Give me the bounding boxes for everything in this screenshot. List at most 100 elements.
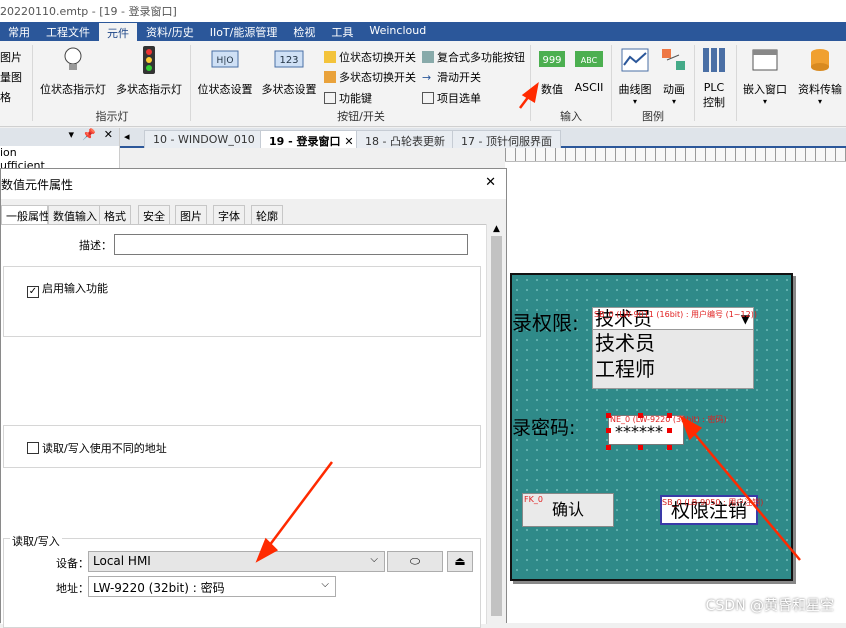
plc-icon [703,48,725,72]
chevron-up-icon[interactable]: ▲ [487,224,506,234]
menu-iiot[interactable]: IIoT/能源管理 [202,22,286,41]
tab-numeric-input[interactable]: 数值输入 [48,205,102,224]
ribbon-left-item[interactable]: 量图 [0,69,22,85]
embed-window-button[interactable]: 嵌入窗口 ▾ [740,45,790,106]
panel-line: ion [0,146,17,159]
tab-ejector-servo[interactable]: 17 - 顶针伺服界面 [452,130,561,148]
menu-tools[interactable]: 工具 [323,22,361,41]
multi-set-button[interactable]: 123 多状态设置 [260,45,318,97]
device-settings-button[interactable]: ⬭ [387,551,443,572]
description-input[interactable] [114,234,468,255]
window-icon [752,49,778,71]
tab-general[interactable]: 一般属性 [1,205,50,224]
item-select-button[interactable]: 项目选单 [422,90,481,106]
ruler [505,148,846,162]
traffic-light-icon [143,46,155,74]
window-title: 20220110.emtp - [19 - 登录窗口] [0,0,846,22]
device-edit-button[interactable]: ⏏ [447,551,473,572]
close-icon[interactable]: ✕ [485,175,496,190]
list-icon [422,92,434,104]
menu-weincloud[interactable]: Weincloud [361,22,434,41]
tab-format[interactable]: 格式 [99,205,131,224]
tab-window-10[interactable]: 10 - WINDOW_010 [144,130,264,148]
tab-security[interactable]: 安全 [138,205,170,224]
tab-outline[interactable]: 轮廓 [251,205,283,224]
arrow-right-icon: → [422,71,432,84]
data-transfer-button[interactable]: 资料传输 ▾ [794,45,846,106]
dialog-titlebar: 数值元件属性 ✕ [1,169,506,199]
group-label: 输入 [560,110,582,123]
slider-switch-button[interactable]: → 滑动开关 [422,69,481,85]
permission-label: 录权限: [512,311,579,335]
tab-font[interactable]: 字体 [213,205,245,224]
multi-lamp-button[interactable]: 多状态指示灯 [114,45,184,97]
animation-button[interactable]: 动画 ▾ [658,45,690,106]
plc-control-button[interactable]: PLC 控制 [698,45,730,110]
ribbon: 图片 量图 格 位状态指示灯 多状态指示灯 指示灯 H|O 位状态设置 123 … [0,41,846,127]
tag-icon: ⬭ [409,554,421,568]
function-key-button[interactable]: 功能键 [324,90,372,106]
close-icon[interactable]: ✕ [344,135,353,148]
left-panel: ▾ 📌 ✕ ion ufficient [0,128,120,172]
bit-set-icon: H|O [211,50,239,68]
bit-lamp-button[interactable]: 位状态指示灯 [40,45,106,97]
menu-project[interactable]: 工程文件 [38,22,98,41]
hmi-screen[interactable]: 录权限: 技术员 ▼ 技术员 工程师 SB_0 (LW-9011 (16bit) … [510,273,793,581]
check-icon: ✓ [27,286,39,298]
combo-button[interactable]: 复合式多功能按钮 [422,49,525,65]
ribbon-left-item[interactable]: 格 [0,89,11,105]
input-group-box: ✓ 启用输入功能 [3,266,481,337]
trend-button[interactable]: 曲线图 ▾ [616,45,654,106]
ascii-button[interactable]: ABC ASCII [572,45,606,94]
pin-icon[interactable]: ▾ [69,128,75,146]
number-set-icon: 123 [274,50,304,68]
ascii-icon: ABC [575,51,603,67]
pin-icon[interactable]: 📌 [82,128,96,146]
rw-group-box: 读取/写入 设备： Local HMI ⌵ ⬭ ⏏ 地址： LW-9220 (32… [3,533,481,628]
group-label: 按钮/开关 [337,110,385,123]
permission-option[interactable]: 工程师 [593,356,753,382]
password-label: 录密码: [512,417,576,439]
watermark: CSDN @黄昏和星空 [705,598,834,614]
svg-text:ABC: ABC [581,56,598,65]
edit-icon: ⏏ [454,554,466,568]
diff-address-checkbox[interactable]: 读取/写入使用不同的地址 [27,440,167,456]
switch-icon [324,51,336,63]
address-label: 地址： [56,582,89,595]
tab-picture[interactable]: 图片 [175,205,207,224]
menu-data-history[interactable]: 资料/历史 [138,22,202,41]
group-label: 图例 [642,110,664,123]
svg-text:123: 123 [279,55,298,66]
tab-login-window[interactable]: 19 - 登录窗口 ✕ [260,130,363,148]
chevron-down-icon: ⌵ [321,579,329,590]
object-tag: SB_0 (LB-9050 : 用户注销) [662,498,764,507]
dialog-title: 数值元件属性 [1,178,74,192]
device-select[interactable]: Local HMI ⌵ [88,551,385,572]
scrollbar[interactable]: ▲ [486,224,506,624]
chevron-left-icon[interactable]: ◂ [124,130,130,143]
enable-input-checkbox[interactable]: ✓ 启用输入功能 [27,280,108,298]
scrollbar-thumb[interactable] [491,236,502,616]
close-icon[interactable]: ✕ [104,128,113,146]
chevron-down-icon: ⌵ [370,554,378,565]
tab-cam-update[interactable]: 18 - 凸轮表更新 [356,130,454,148]
multi-switch-button[interactable]: 多状态切换开关 [324,69,416,85]
database-icon [811,49,829,71]
bit-switch-button[interactable]: 位状态切换开关 [324,49,416,65]
device-label: 设备： [56,557,89,570]
document-tabs: ◂ 10 - WINDOW_010 19 - 登录窗口 ✕ 18 - 凸轮表更新… [120,128,846,148]
line-chart-icon [621,48,649,72]
group-label: 指示灯 [95,110,129,123]
menu-objects[interactable]: 元件 [98,22,138,41]
animation-icon [662,49,685,70]
numeric-button[interactable]: 999 数值 [536,45,568,97]
menu-home[interactable]: 常用 [0,22,38,41]
chevron-down-icon: ▾ [817,97,822,106]
address-select[interactable]: LW-9220 (32bit) : 密码 ⌵ [88,576,336,597]
permission-option[interactable]: 技术员 [593,330,753,356]
address-group-box: 读取/写入使用不同的地址 [3,425,481,468]
bit-set-button[interactable]: H|O 位状态设置 [196,45,254,97]
menu-view[interactable]: 检视 [285,22,323,41]
ribbon-left-item[interactable]: 图片 [0,49,22,65]
object-tag: FK_0 [524,495,543,504]
